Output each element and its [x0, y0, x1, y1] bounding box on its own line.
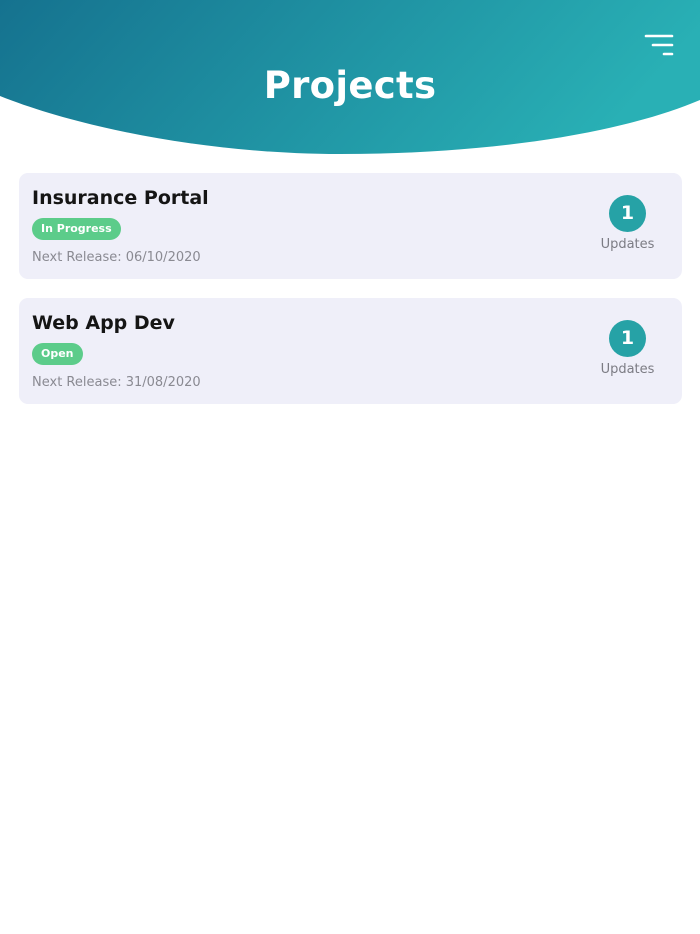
next-release-date: Next Release: 06/10/2020	[32, 250, 201, 265]
updates-label: Updates	[600, 237, 655, 252]
next-release-date: Next Release: 31/08/2020	[32, 375, 201, 390]
project-card[interactable]: Web App Dev Open Next Release: 31/08/202…	[19, 298, 682, 404]
status-badge: Open	[32, 343, 83, 365]
project-name: Insurance Portal	[32, 187, 209, 209]
filter-menu-icon	[644, 34, 674, 56]
page-title: Projects	[263, 64, 437, 107]
updates-count-badge: 1	[609, 195, 646, 232]
projects-screen: Projects Insurance Portal In Progress Ne…	[0, 0, 700, 934]
status-badge: In Progress	[32, 218, 121, 240]
updates-label: Updates	[600, 362, 655, 377]
updates-count-badge: 1	[609, 320, 646, 357]
project-card[interactable]: Insurance Portal In Progress Next Releas…	[19, 173, 682, 279]
project-list: Insurance Portal In Progress Next Releas…	[19, 173, 682, 423]
filter-menu-button[interactable]	[640, 30, 680, 64]
project-name: Web App Dev	[32, 312, 175, 334]
